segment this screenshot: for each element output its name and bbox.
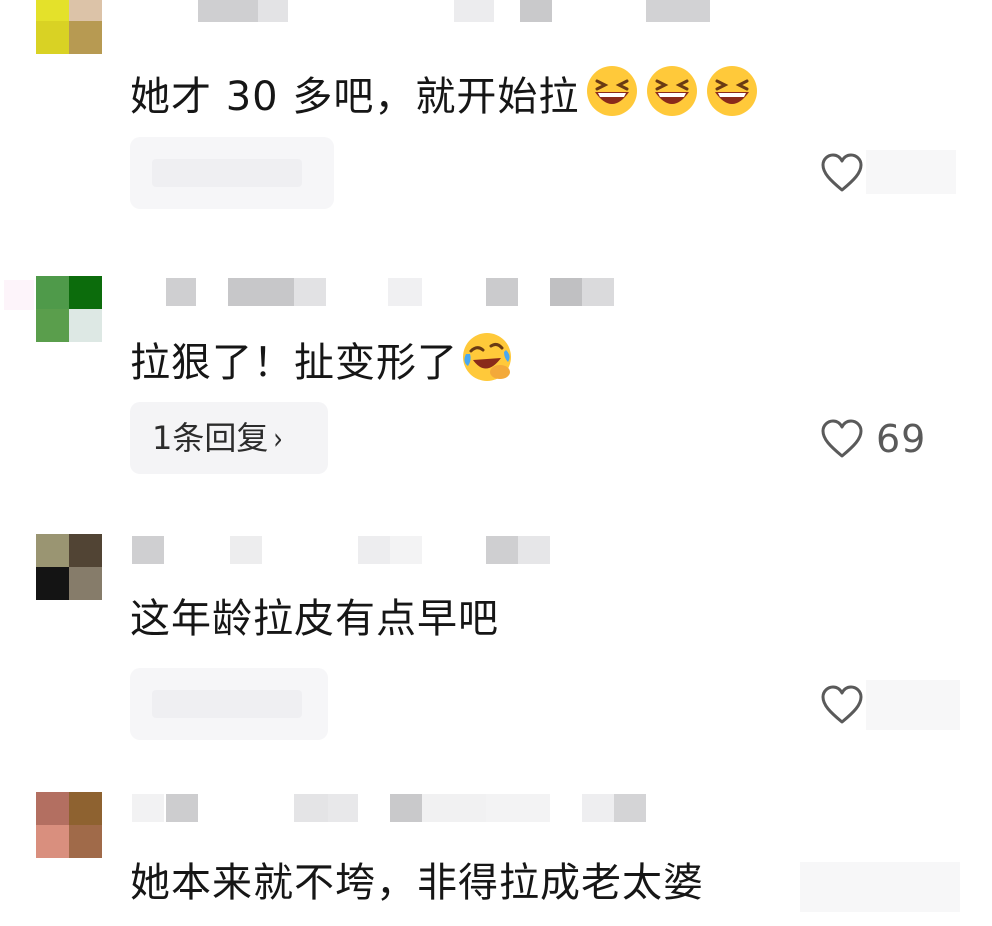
heart-outline-icon (821, 419, 863, 458)
username-blurred[interactable] (132, 794, 692, 822)
comment-body: 她才 30 多吧，就开始拉 (130, 74, 580, 120)
grinning-squint-face-icon (707, 66, 758, 116)
avatar[interactable] (36, 276, 102, 342)
blurred-avatar-edge (4, 280, 34, 310)
avatar[interactable] (36, 534, 102, 600)
blurred-reply-label (152, 690, 302, 718)
like-button[interactable] (820, 150, 864, 196)
comment-text: 她才 30 多吧，就开始拉 (130, 64, 759, 122)
like-button[interactable] (820, 682, 864, 728)
username-blurred[interactable] (132, 536, 692, 564)
avatar[interactable] (36, 792, 102, 858)
username-blurred[interactable] (132, 278, 692, 306)
heart-outline-icon (821, 685, 863, 724)
grinning-squint-face-icon (587, 66, 638, 116)
reply-label: 1条回复 (152, 419, 269, 457)
comment-body: 这年龄拉皮有点早吧 (130, 596, 499, 642)
username-blurred[interactable] (132, 0, 710, 22)
comment-text: 她本来就不垮，非得拉成老太婆 (130, 858, 704, 908)
comment-text: 这年龄拉皮有点早吧 (130, 594, 499, 644)
reply-button[interactable]: 1条回复 › (130, 402, 328, 474)
reply-button-blurred[interactable] (130, 137, 334, 209)
avatar[interactable] (36, 0, 102, 54)
blurred-count (866, 150, 956, 194)
comment-body: 拉狠了！扯变形了 (130, 340, 458, 386)
face-with-tears-of-joy-icon (463, 333, 511, 381)
comment-text: 拉狠了！扯变形了 (130, 330, 514, 388)
like-count: 69 (876, 417, 927, 461)
comment-body: 她本来就不垮，非得拉成老太婆 (130, 860, 704, 906)
blurred-count (866, 680, 960, 730)
heart-outline-icon (821, 153, 863, 192)
chevron-right-icon: › (273, 422, 284, 457)
blurred-area (800, 862, 960, 912)
grinning-squint-face-icon (647, 66, 698, 116)
like-button[interactable]: 69 (820, 416, 926, 462)
blurred-reply-label (152, 159, 302, 187)
reply-button-blurred[interactable] (130, 668, 328, 740)
